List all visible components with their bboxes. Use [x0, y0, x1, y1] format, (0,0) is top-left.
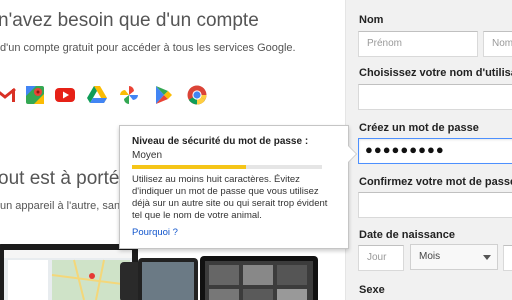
promo-headline: n'avez besoin que d'un compte: [0, 10, 259, 31]
youtube-icon: [55, 88, 75, 102]
strength-title: Niveau de sécurité du mot de passe :: [132, 136, 309, 147]
password-strength-tooltip: Niveau de sécurité du mot de passe : Moy…: [119, 125, 357, 249]
chevron-down-icon: [483, 255, 491, 260]
gmail-icon: [0, 87, 16, 102]
birth-year-input[interactable]: [503, 245, 512, 271]
last-name-input[interactable]: Nom: [483, 31, 512, 57]
username-input[interactable]: [358, 84, 512, 110]
signup-form: Nom Prénom Nom Choisissez votre nom d'ut…: [345, 0, 512, 300]
gender-label: Sexe: [359, 284, 385, 296]
play-store-icon: [156, 86, 172, 104]
photos-icon: [120, 86, 138, 104]
birth-month-select[interactable]: Mois: [410, 244, 498, 270]
username-label: Choisissez votre nom d'utilisate: [359, 67, 512, 79]
why-link[interactable]: Pourquoi ?: [132, 227, 178, 238]
confirm-password-label: Confirmez votre mot de passe: [359, 176, 512, 188]
birth-month-value: Mois: [419, 251, 441, 262]
birth-day-input[interactable]: Jour: [358, 245, 404, 271]
password-input[interactable]: ●●●●●●●●●: [358, 138, 512, 164]
laptop-image: [0, 244, 138, 300]
birthdate-label: Date de naissance: [359, 229, 455, 241]
strength-advice: Utilisez au moins huit caractères. Évite…: [132, 174, 328, 221]
drive-icon: [87, 86, 107, 103]
password-label: Créez un mot de passe: [359, 122, 479, 134]
promo-subline: d'un compte gratuit pour accéder à tous …: [0, 42, 296, 54]
devices-illustration: [0, 240, 345, 300]
strength-meter: [132, 165, 322, 169]
strength-meter-fill: [132, 165, 246, 169]
name-label: Nom: [359, 14, 384, 26]
promo-headline-2: out est à portée: [0, 168, 131, 189]
tablet-image: [200, 256, 318, 300]
confirm-password-input[interactable]: [358, 192, 512, 218]
first-name-input[interactable]: Prénom: [358, 31, 478, 57]
maps-icon: [26, 86, 44, 104]
strength-value: Moyen: [132, 150, 163, 161]
chrome-icon: [187, 85, 207, 105]
promo-subline-2: un appareil à l'autre, sans: [0, 200, 126, 212]
phone-image: [138, 258, 198, 300]
